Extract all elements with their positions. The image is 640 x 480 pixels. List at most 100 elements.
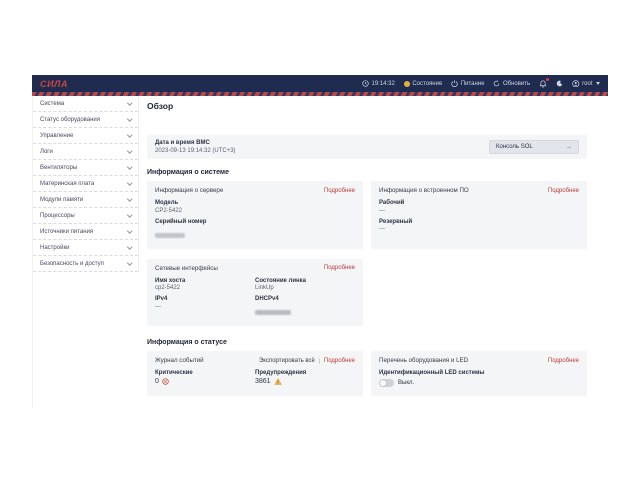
firmware-active-field: Рабочий --- (379, 200, 579, 214)
link-status-label: Состояние линка (255, 278, 355, 284)
sidebar-item-processors[interactable]: Процессоры (33, 208, 138, 224)
ipv4-value: --- (155, 304, 255, 310)
identify-led-toggle[interactable] (379, 379, 394, 387)
bmc-datetime-label: Дата и время BMC (155, 140, 236, 146)
firmware-info-title: Информация о встроенном ПО (379, 187, 469, 194)
bmc-datetime-block: Дата и время BMC 2023-09-13 19:14:32 (UT… (155, 140, 236, 154)
sidebar-item-label: Модули памяти (40, 197, 83, 203)
sidebar-item-label: Безопасность и доступ (40, 261, 104, 267)
link-status-field: Состояние линка LinkUp (255, 278, 355, 292)
critical-events-field: Критические 0 (155, 370, 255, 385)
sidebar-item-management[interactable]: Управление (33, 128, 138, 144)
ipv4-field: IPv4 --- (155, 296, 255, 315)
inventory-led-card: Перечень оборудования и LED Подробнее Ид… (371, 351, 587, 396)
notifications-button[interactable] (539, 80, 547, 88)
sidebar-item-label: Материнская плата (40, 181, 94, 187)
refresh-icon (493, 80, 500, 87)
server-info-card: Информация о сервере Подробнее Модель CP… (147, 181, 363, 249)
sidebar-item-hardware-status[interactable]: Статус оборудования (33, 112, 138, 128)
hostname-field: Имя хоста cp2-5422 (155, 278, 255, 292)
identify-led-toggle-row: Выкл. (379, 379, 579, 387)
network-row: Сетевые интерфейсы Подробнее Имя хоста c… (147, 259, 587, 327)
network-interfaces-more-link[interactable]: Подробнее (324, 265, 355, 271)
arrow-right-icon: → (566, 144, 572, 150)
firmware-info-more-link[interactable]: Подробнее (548, 188, 579, 194)
bmc-datetime-card: Дата и время BMC 2023-09-13 19:14:32 (UT… (147, 135, 587, 159)
sidebar-item-label: Система (40, 101, 64, 107)
sidebar-item-memory-modules[interactable]: Модули памяти (33, 192, 138, 208)
refresh-button[interactable]: Обновить (493, 80, 530, 87)
top-navbar: СИЛА 19:14:32 Состояние (32, 75, 608, 92)
chevron-down-icon (127, 260, 132, 265)
model-value: CP2-5422 (155, 208, 355, 214)
dhcpv4-redacted-value (255, 310, 291, 315)
identify-led-state-label: Выкл. (398, 380, 414, 386)
power-icon (451, 80, 458, 87)
user-menu-button[interactable]: root (572, 80, 600, 88)
system-info-section-title: Информация о системе (147, 169, 587, 176)
sidebar-item-motherboard[interactable]: Материнская плата (33, 176, 138, 192)
ipv4-label: IPv4 (155, 296, 255, 302)
firmware-active-value: --- (379, 208, 579, 214)
inventory-led-more-link[interactable]: Подробнее (548, 358, 579, 364)
sidebar-item-label: Настройки (40, 245, 69, 251)
server-info-more-link[interactable]: Подробнее (324, 188, 355, 194)
sidebar-item-label: Управление (40, 133, 73, 139)
chevron-down-icon (127, 100, 132, 105)
export-all-link[interactable]: Экспортировать всё (259, 358, 315, 364)
network-interfaces-card: Сетевые интерфейсы Подробнее Имя хоста c… (147, 259, 363, 327)
caret-down-icon (596, 82, 600, 85)
brand-logo[interactable]: СИЛА (40, 79, 68, 89)
warning-events-field: Предупреждения 3861 (255, 370, 355, 390)
bmc-web-ui: СИЛА 19:14:32 Состояние (32, 75, 608, 408)
server-info-title: Информация о сервере (155, 187, 223, 194)
sidebar-item-label: Логи (40, 149, 53, 155)
chevron-down-icon (127, 148, 132, 153)
toggle-knob (380, 380, 386, 386)
overview-page: Обзор Дата и время BMC 2023-09-13 19:14:… (139, 96, 608, 408)
event-log-card: Журнал событий Экспортировать всё Подроб… (147, 351, 363, 396)
status-info-section-title: Информация о статусе (147, 339, 587, 346)
chevron-down-icon (127, 228, 132, 233)
firmware-active-label: Рабочий (379, 200, 579, 206)
link-status-value: LinkUp (255, 285, 355, 291)
bmc-time: 19:14:32 (362, 80, 395, 87)
dhcpv4-field: DHCPv4 (255, 296, 355, 320)
moon-icon (556, 80, 563, 87)
dark-mode-toggle[interactable] (556, 80, 563, 87)
serial-number-redacted-value (155, 233, 185, 238)
network-interfaces-title: Сетевые интерфейсы (155, 265, 218, 272)
firmware-backup-value: --- (379, 226, 579, 232)
chevron-down-icon (127, 164, 132, 169)
health-status-button[interactable]: Состояние (404, 81, 442, 87)
serial-number-field: Серийный номер (155, 219, 355, 243)
user-icon (572, 80, 580, 88)
sidebar-item-system[interactable]: Система (33, 96, 138, 112)
event-log-more-link[interactable]: Подробнее (324, 358, 355, 364)
critical-events-label: Критические (155, 370, 255, 376)
sol-console-button[interactable]: Консоль SOL → (489, 140, 579, 154)
bmc-time-value: 19:14:32 (371, 81, 394, 87)
model-label: Модель (155, 200, 355, 206)
warning-events-count: 3861 (255, 378, 271, 385)
sidebar-item-fans[interactable]: Вентиляторы (33, 160, 138, 176)
sidebar-item-settings[interactable]: Настройки (33, 240, 138, 256)
chevron-down-icon (127, 116, 132, 121)
sidebar-item-power-supplies[interactable]: Источники питания (33, 224, 138, 240)
inventory-led-title: Перечень оборудования и LED (379, 357, 468, 364)
sidebar-item-logs[interactable]: Логи (33, 144, 138, 160)
critical-events-count: 0 (155, 378, 159, 385)
sidebar-item-label: Вентиляторы (40, 165, 77, 171)
status-info-row: Журнал событий Экспортировать всё Подроб… (147, 351, 587, 396)
power-menu-button[interactable]: Питание (451, 80, 484, 87)
screenshot-canvas: СИЛА 19:14:32 Состояние (0, 0, 640, 480)
sidebar-item-security-access[interactable]: Безопасность и доступ (33, 256, 138, 272)
clock-icon (362, 80, 369, 87)
health-status-label: Состояние (412, 81, 442, 87)
chevron-down-icon (127, 244, 132, 249)
warning-events-label: Предупреждения (255, 370, 355, 376)
navbar-actions: 19:14:32 Состояние Питание (362, 80, 600, 88)
event-log-title: Журнал событий (155, 357, 204, 364)
warning-icon (274, 378, 282, 385)
chevron-down-icon (127, 180, 132, 185)
